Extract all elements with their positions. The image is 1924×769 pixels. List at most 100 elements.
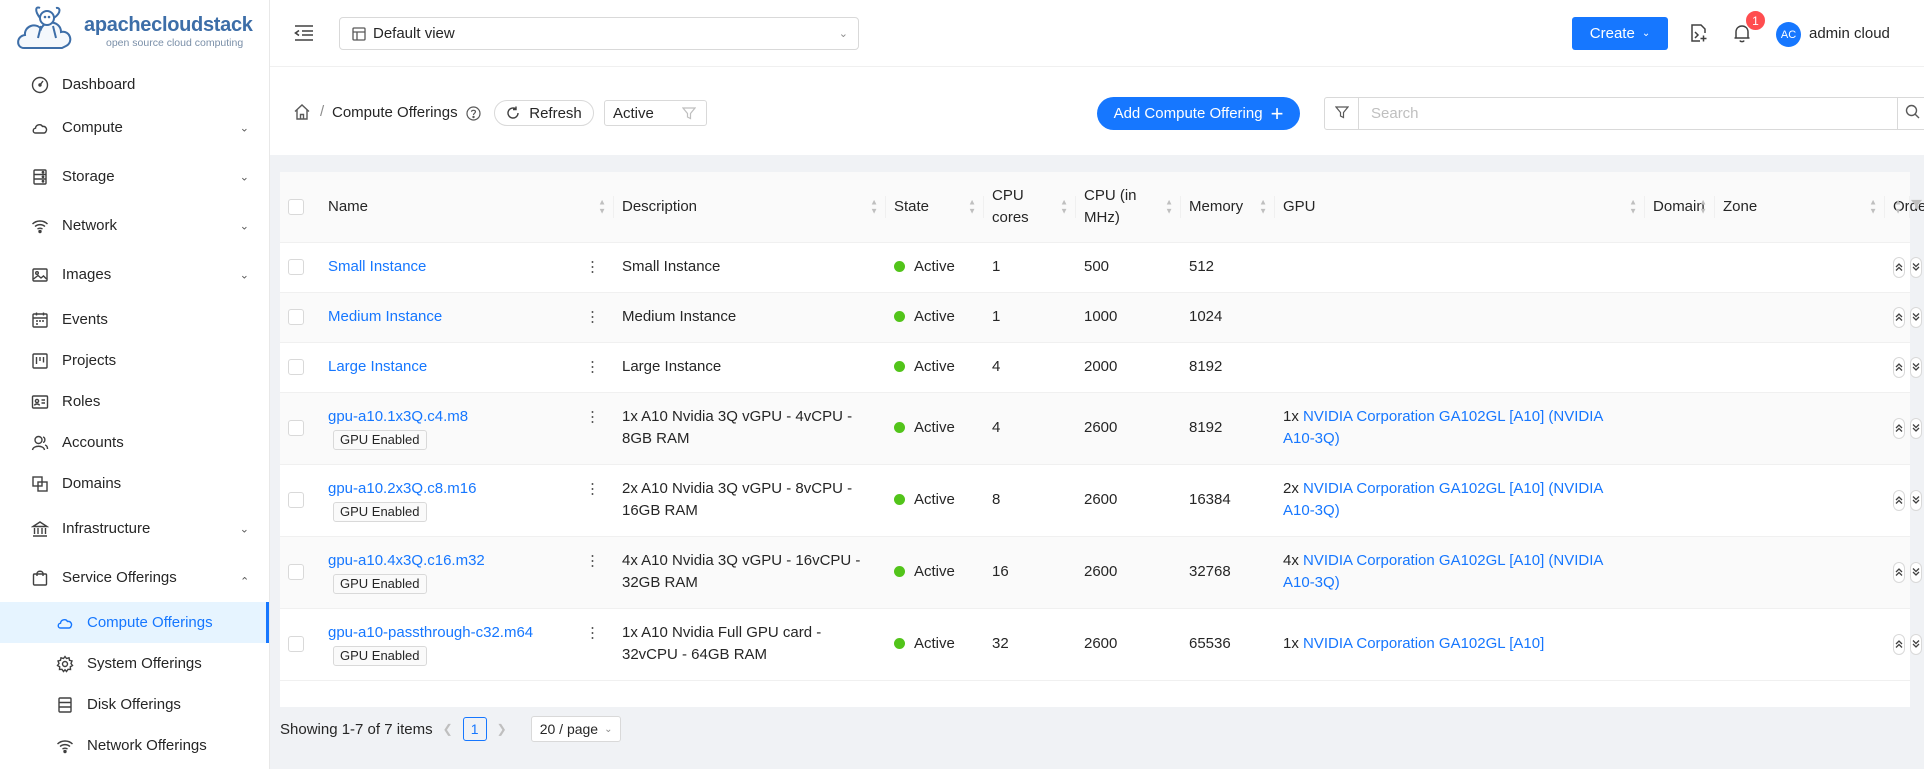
table-row[interactable]: gpu-a10.2x3Q.c8.m16 GPU Enabled ⋮ 2x A10 N… [280,464,1923,537]
user-name[interactable]: admin cloud [1809,25,1890,42]
move-top-button[interactable] [1893,256,1906,278]
page-size-select[interactable]: 20 / page ⌄ [530,716,622,742]
offering-name-link[interactable]: Medium Instance [328,308,442,325]
more-actions-icon[interactable]: ⋮ [585,310,600,325]
chevron-up-icon: ⌄ [239,573,249,586]
file-add-icon[interactable] [1688,22,1710,44]
view-select[interactable]: Default view ⌄ [339,17,859,50]
sidebar-item-storage[interactable]: Storage ⌄ [0,152,269,201]
col-zone[interactable]: Zone ▲ ▼ [1715,172,1886,243]
select-all-checkbox[interactable] [288,198,304,215]
col-cpu-mhz[interactable]: CPU (in MHz) ▲ ▼ [1076,172,1181,243]
row-checkbox[interactable] [288,359,304,376]
table-row[interactable]: gpu-a10.1x3Q.c4.m8 GPU Enabled ⋮ 1x A10 Nv… [280,392,1923,465]
dashboard-icon [30,75,50,95]
sidebar-subitem-compute-offerings[interactable]: Compute Offerings [0,602,269,643]
move-top-button[interactable] [1893,633,1906,655]
col-description[interactable]: Description ▲ ▼ [614,172,886,243]
move-bottom-button[interactable] [1910,561,1923,583]
page-1-button[interactable]: 1 [462,717,487,741]
sidebar-subitem-disk-offerings[interactable]: Disk Offerings [0,684,269,725]
refresh-button[interactable]: Refresh [494,100,594,126]
row-checkbox[interactable] [288,492,304,509]
prev-page-icon[interactable]: ❮ [443,722,453,736]
sort-icon: ▲ ▼ [1259,197,1267,216]
gpu-link[interactable]: NVIDIA Corporation GA102GL [A10] (NVIDIA… [1283,480,1603,519]
avatar[interactable]: AC [1776,22,1801,47]
domain-cell [1645,392,1716,465]
gpu-link[interactable]: NVIDIA Corporation GA102GL [A10] [1303,635,1544,652]
move-top-button[interactable] [1893,306,1906,328]
sidebar-subitem-system-offerings[interactable]: System Offerings [0,643,269,684]
offering-name-link[interactable]: Large Instance [328,358,427,375]
sidebar-item-roles[interactable]: Roles [0,381,269,422]
offering-name-link[interactable]: gpu-a10.2x3Q.c8.m16 [328,480,476,497]
table-row[interactable]: Small Instance ⋮ Small Instance Active 1 … [280,242,1923,293]
col-order[interactable]: Order▲▼ [1885,172,1924,243]
table-row[interactable]: Large Instance ⋮ Large Instance Active 4 … [280,342,1923,393]
row-select-cell [280,242,320,293]
sidebar-item-infrastructure[interactable]: Infrastructure ⌄ [0,504,269,553]
menu-fold-icon[interactable] [293,22,315,44]
sidebar-item-dashboard[interactable]: Dashboard [0,66,269,103]
sidebar-item-service-offerings[interactable]: Service Offerings ⌄ [0,553,269,602]
move-top-button[interactable] [1893,417,1906,439]
sidebar-item-domains[interactable]: Domains [0,463,269,504]
more-actions-icon[interactable]: ⋮ [585,481,600,496]
question-circle-icon[interactable] [466,106,481,121]
move-bottom-button[interactable] [1910,306,1923,328]
move-top-button[interactable] [1893,561,1906,583]
row-checkbox[interactable] [288,564,304,581]
move-bottom-button[interactable] [1910,356,1923,378]
col-gpu[interactable]: GPU ▲ ▼ [1275,172,1646,243]
row-checkbox[interactable] [288,636,304,653]
sidebar-item-projects[interactable]: Projects [0,340,269,381]
name-cell: gpu-a10.4x3Q.c16.m32 GPU Enabled ⋮ [320,536,614,609]
sidebar-item-images[interactable]: Images ⌄ [0,250,269,299]
offering-name-link[interactable]: gpu-a10.1x3Q.c4.m8 [328,408,468,425]
more-actions-icon[interactable]: ⋮ [585,625,600,640]
offering-name-link[interactable]: gpu-a10-passthrough-c32.m64 [328,624,533,641]
row-checkbox[interactable] [288,420,304,437]
sidebar-item-network[interactable]: Network ⌄ [0,201,269,250]
more-actions-icon[interactable]: ⋮ [585,553,600,568]
offering-name-link[interactable]: Small Instance [328,258,426,275]
row-checkbox[interactable] [288,259,304,276]
logo[interactable]: apachecloudstack open source cloud compu… [0,0,269,64]
zone-cell [1715,536,1886,609]
row-checkbox[interactable] [288,309,304,326]
offering-name-link[interactable]: gpu-a10.4x3Q.c16.m32 [328,552,485,569]
col-domain[interactable]: Domain ▲ ▼ [1645,172,1716,243]
home-icon[interactable] [293,103,311,121]
move-bottom-button[interactable] [1910,633,1923,655]
move-bottom-button[interactable] [1910,417,1923,439]
col-state[interactable]: State ▲ ▼ [886,172,984,243]
col-name[interactable]: Name ▲ ▼ [320,172,614,243]
more-actions-icon[interactable]: ⋮ [585,260,600,275]
next-page-icon[interactable]: ❯ [497,722,507,736]
move-bottom-button[interactable] [1910,256,1923,278]
gpu-enabled-tag: GPU Enabled [333,429,427,450]
col-cpu-cores[interactable]: CPU cores ▲ ▼ [984,172,1076,243]
table-row[interactable]: gpu-a10.4x3Q.c16.m32 GPU Enabled ⋮ 4x A10 … [280,536,1923,609]
search-button[interactable] [1897,97,1924,130]
search-input[interactable] [1359,98,1897,129]
sidebar-item-events[interactable]: Events [0,299,269,340]
table-row[interactable]: Medium Instance ⋮ Medium Instance Active … [280,292,1923,343]
create-button[interactable]: Create ⌄ [1572,17,1668,50]
sidebar-item-compute[interactable]: Compute ⌄ [0,103,269,152]
more-actions-icon[interactable]: ⋮ [585,360,600,375]
move-top-button[interactable] [1893,356,1906,378]
gpu-link[interactable]: NVIDIA Corporation GA102GL [A10] (NVIDIA… [1283,552,1603,591]
more-actions-icon[interactable]: ⋮ [585,409,600,424]
sidebar-item-accounts[interactable]: Accounts [0,422,269,463]
table-row[interactable]: gpu-a10-passthrough-c32.m64 GPU Enabled ⋮ … [280,608,1923,681]
sidebar-subitem-network-offerings[interactable]: Network Offerings [0,725,269,766]
gpu-link[interactable]: NVIDIA Corporation GA102GL [A10] (NVIDIA… [1283,408,1603,447]
move-bottom-button[interactable] [1910,489,1923,511]
move-top-button[interactable] [1893,489,1906,511]
add-compute-offering-button[interactable]: Add Compute Offering + [1097,97,1300,130]
search-filter-button[interactable] [1324,97,1359,130]
col-memory[interactable]: Memory ▲ ▼ [1181,172,1275,243]
state-filter-select[interactable]: Active [604,100,707,126]
